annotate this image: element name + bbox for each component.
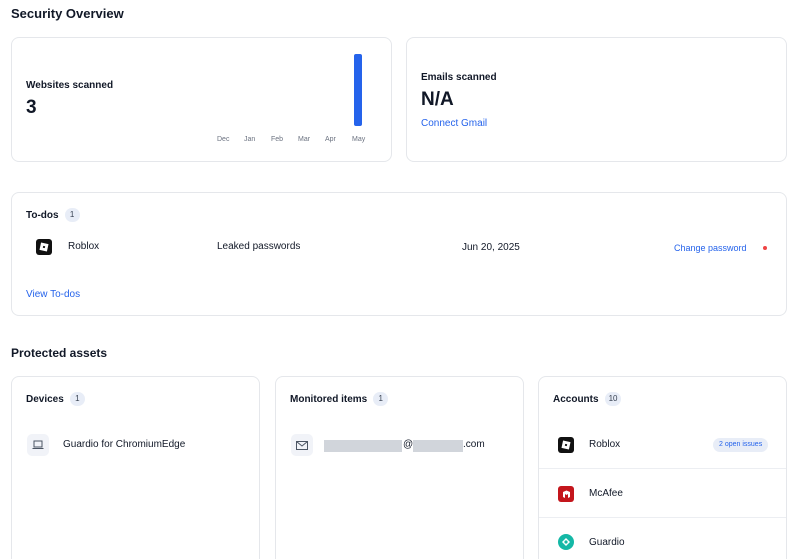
emails-scanned-card: Emails scanned N/A Connect Gmail bbox=[406, 37, 787, 162]
todo-date: Jun 20, 2025 bbox=[462, 242, 520, 253]
month-label-feb: Feb bbox=[271, 136, 284, 143]
account-name: McAfee bbox=[589, 488, 623, 499]
mail-icon bbox=[291, 434, 313, 456]
emails-scanned-value: N/A bbox=[421, 89, 454, 110]
devices-title-text: Devices bbox=[26, 393, 64, 405]
websites-scanned-label: Websites scanned bbox=[26, 80, 114, 91]
websites-scanned-value: 3 bbox=[26, 97, 37, 118]
email-at: @ bbox=[403, 439, 414, 450]
todos-title-text: To-dos bbox=[26, 209, 59, 221]
divider bbox=[539, 517, 786, 518]
roblox-icon bbox=[36, 239, 52, 255]
open-issues-badge: 2 open issues bbox=[713, 438, 769, 452]
chart-bar-may bbox=[354, 54, 362, 126]
roblox-icon bbox=[558, 437, 574, 453]
accounts-card: Accounts 10 Roblox 2 open issues McAfee … bbox=[538, 376, 787, 559]
month-label-may: May bbox=[352, 136, 366, 143]
account-name: Guardio bbox=[589, 537, 625, 548]
change-password-link[interactable]: Change password bbox=[674, 243, 747, 253]
accounts-count-badge: 10 bbox=[604, 392, 622, 406]
connect-gmail-link[interactable]: Connect Gmail bbox=[421, 118, 487, 129]
accounts-title: Accounts 10 bbox=[553, 392, 622, 406]
devices-title: Devices 1 bbox=[26, 392, 85, 406]
redacted-email-user bbox=[324, 440, 402, 452]
guardio-icon bbox=[558, 534, 574, 550]
todos-title: To-dos 1 bbox=[26, 208, 80, 222]
mcafee-icon bbox=[558, 486, 574, 502]
accounts-title-text: Accounts bbox=[553, 393, 599, 405]
monitored-title: Monitored items 1 bbox=[290, 392, 389, 406]
device-name: Guardio for ChromiumEdge bbox=[63, 439, 186, 450]
month-label-dec: Dec bbox=[217, 136, 230, 143]
month-label-mar: Mar bbox=[298, 136, 311, 143]
todo-app-name: Roblox bbox=[68, 241, 100, 252]
protected-assets-title: Protected assets bbox=[11, 346, 108, 360]
monitored-count-badge: 1 bbox=[373, 392, 389, 406]
todos-card: To-dos 1 Roblox Leaked passwords Jun 20,… bbox=[11, 192, 787, 316]
email-tld: .com bbox=[463, 439, 485, 450]
month-label-apr: Apr bbox=[325, 136, 336, 143]
todos-count-badge: 1 bbox=[64, 208, 80, 222]
alert-dot bbox=[763, 246, 767, 250]
emails-scanned-label: Emails scanned bbox=[421, 72, 497, 83]
devices-count-badge: 1 bbox=[69, 392, 85, 406]
monitored-title-text: Monitored items bbox=[290, 393, 368, 405]
page-title: Security Overview bbox=[11, 6, 124, 21]
month-label-jan: Jan bbox=[244, 136, 256, 143]
redacted-email-domain bbox=[413, 440, 463, 452]
devices-card: Devices 1 Guardio for ChromiumEdge bbox=[11, 376, 260, 559]
account-name: Roblox bbox=[589, 439, 621, 450]
monitored-items-card: Monitored items 1 @ .com bbox=[275, 376, 524, 559]
laptop-icon bbox=[27, 434, 49, 456]
todo-issue: Leaked passwords bbox=[217, 241, 301, 252]
divider bbox=[539, 468, 786, 469]
view-todos-link[interactable]: View To-dos bbox=[26, 289, 80, 300]
websites-scanned-card: Websites scanned 3 Dec Jan Feb Mar Apr May bbox=[11, 37, 392, 162]
